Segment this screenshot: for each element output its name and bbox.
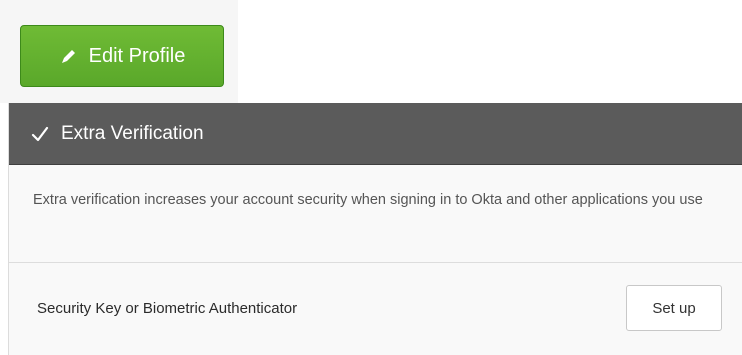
- extra-verification-description: Extra verification increases your accoun…: [9, 165, 742, 263]
- pencil-icon: [59, 46, 79, 66]
- checkmark-icon: [31, 125, 49, 143]
- edit-profile-label: Edit Profile: [88, 44, 186, 67]
- edit-profile-button[interactable]: Edit Profile: [20, 25, 224, 87]
- extra-verification-title: Extra Verification: [61, 122, 204, 144]
- extra-verification-panel: Extra Verification Extra verification in…: [8, 103, 742, 355]
- set-up-button[interactable]: Set up: [626, 285, 722, 331]
- okta-settings-page: Edit Profile Extra Verification Extra ve…: [0, 0, 742, 355]
- factor-name: Security Key or Biometric Authenticator: [37, 300, 298, 317]
- factor-row-security-key: Security Key or Biometric Authenticator …: [9, 263, 742, 354]
- extra-verification-header: Extra Verification: [9, 103, 742, 165]
